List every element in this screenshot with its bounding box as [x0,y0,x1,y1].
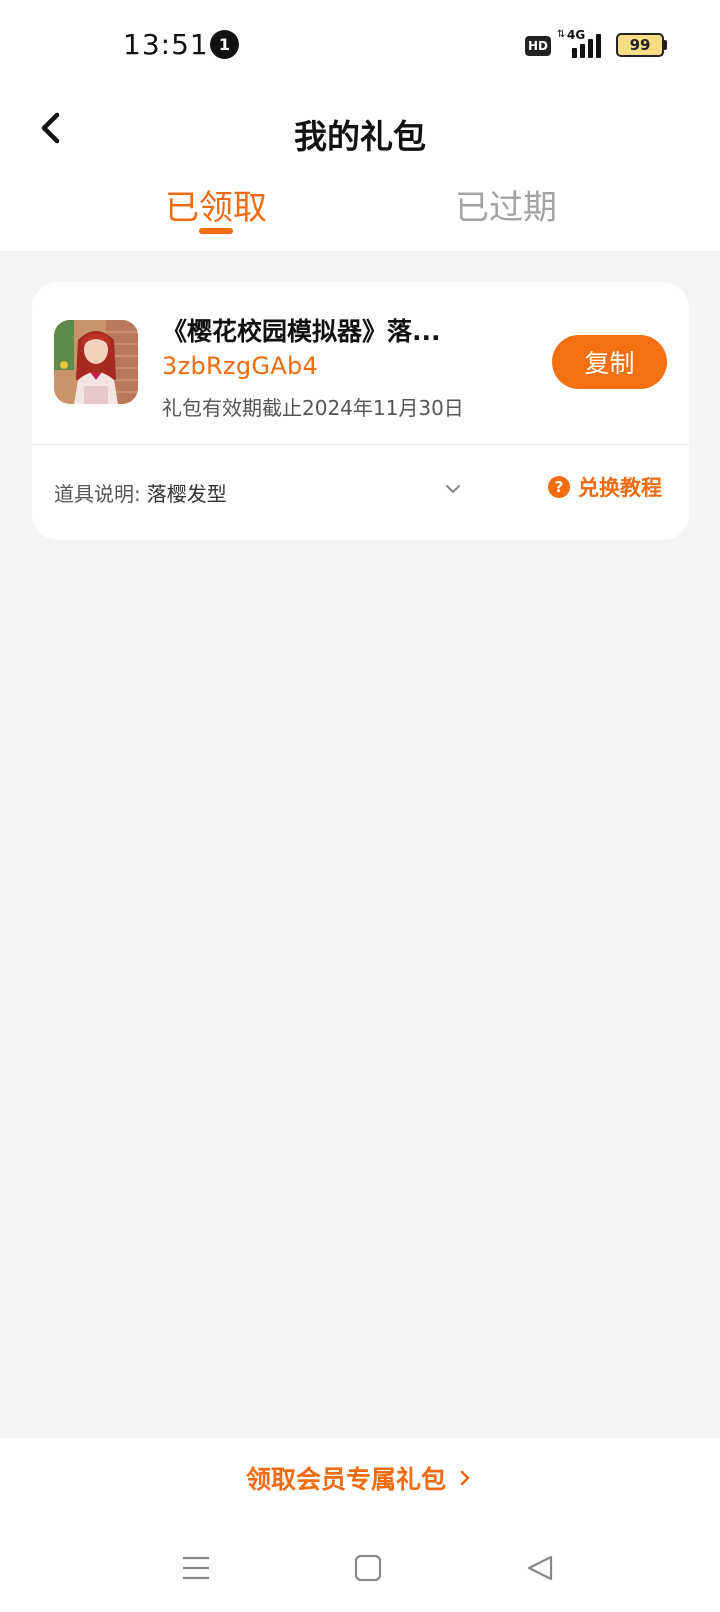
home-square-icon [354,1554,382,1582]
item-description-value: 落樱发型 [146,482,227,506]
nav-home-button[interactable] [338,1538,398,1598]
signal-icon [570,30,606,58]
chevron-right-icon [460,1470,470,1486]
vip-gift-label: 领取会员专属礼包 [245,1465,446,1494]
screen: 13:51 1 HD ⇅ 4G 99 我的礼包 已领取 已过期 《樱花校园模拟器… [0,0,720,1612]
gift-card: 《樱花校园模拟器》落... 3zbRzgGAb4 礼包有效期截止2024年11月… [32,282,689,540]
tab-active-indicator [199,228,233,234]
battery-icon: 99 [616,33,664,57]
battery-tip [664,40,667,50]
hd-icon: HD [525,36,551,56]
system-nav-bar [0,1538,720,1612]
question-circle-icon: ? [548,476,570,498]
gift-code: 3zbRzgGAb4 [162,352,319,380]
vip-gift-link[interactable]: 领取会员专属礼包 [0,1460,720,1496]
tab-claimed[interactable]: 已领取 [160,180,272,229]
validity-text: 礼包有效期截止2024年11月30日 [162,396,464,420]
tab-expired[interactable]: 已过期 [450,180,562,229]
page-title: 我的礼包 [294,117,426,156]
game-icon[interactable] [54,320,138,404]
divider [32,444,689,445]
back-triangle-icon [527,1555,553,1581]
copy-button[interactable]: 复制 [552,335,667,389]
game-title: 《樱花校园模拟器》落... [162,317,441,346]
item-description-label: 道具说明: [54,482,141,506]
status-time: 13:51 [123,28,209,61]
bottom-area: 领取会员专属礼包 [0,1438,720,1612]
chevron-down-icon [446,485,460,493]
menu-icon [183,1556,209,1580]
redeem-tutorial-link[interactable]: ? 兑换教程 [548,472,662,502]
game-artwork-icon [54,320,138,404]
data-arrows-icon: ⇅ [557,29,566,40]
expand-button[interactable] [442,478,464,500]
notification-badge: 1 [210,30,239,59]
redeem-tutorial-label: 兑换教程 [578,476,662,500]
status-bar: 13:51 1 HD ⇅ 4G 99 [0,0,720,88]
nav-menu-button[interactable] [166,1538,226,1598]
header: 我的礼包 已领取 已过期 [0,88,720,251]
nav-back-button[interactable] [510,1538,570,1598]
item-description: 道具说明: 落樱发型 [54,478,227,507]
